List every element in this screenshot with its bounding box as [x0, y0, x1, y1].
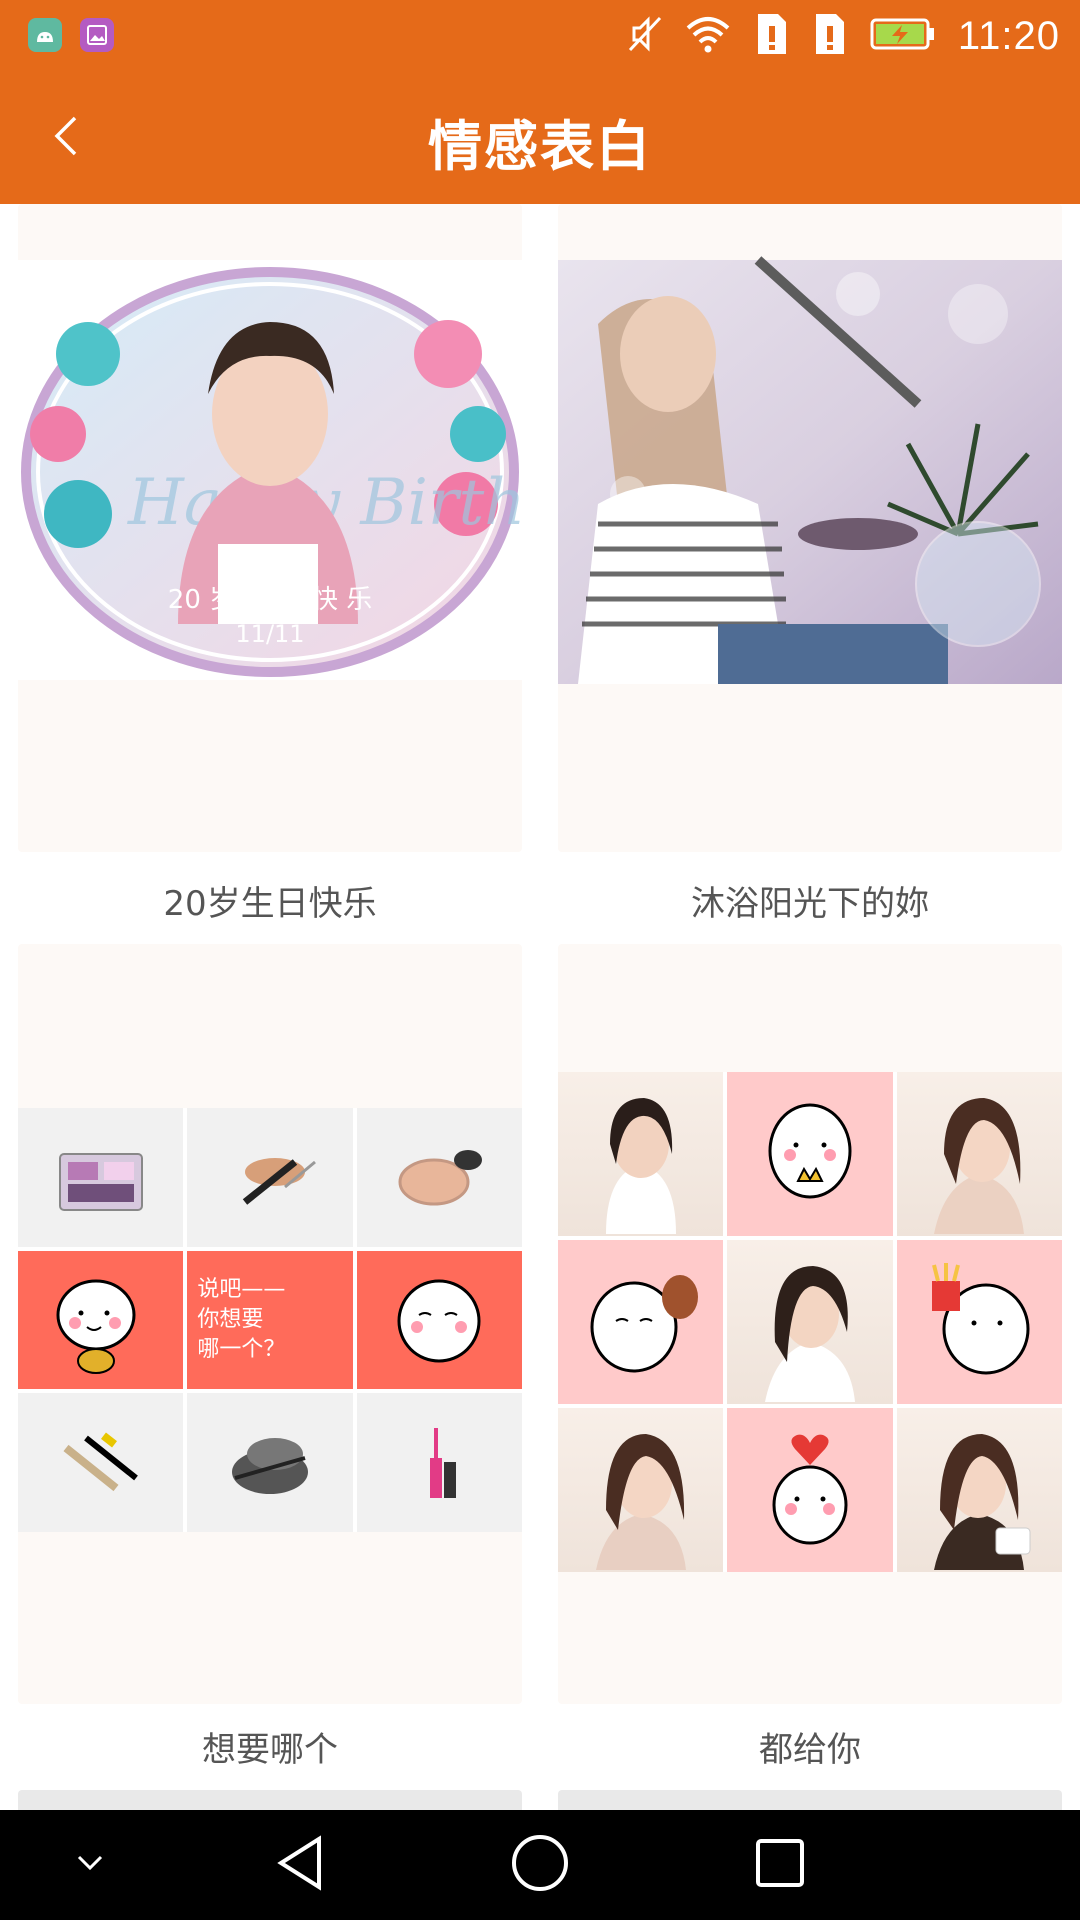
loose-powder-image: [356, 1108, 522, 1247]
eyeshadow-palette-image: [18, 1108, 184, 1247]
app-bar: 情感表白: [0, 72, 1080, 204]
status-bar-notifications: [28, 18, 114, 52]
battery-charging-icon: [870, 17, 936, 55]
sticker-money-bag: [18, 1250, 184, 1390]
sunshine-photo: [558, 204, 1062, 852]
compact-mirror-image: [187, 1393, 353, 1532]
sticker-fries: [896, 1240, 1062, 1404]
mute-icon: [628, 14, 662, 58]
card-caption: 都给你: [759, 1730, 861, 1770]
chevron-down-icon: [75, 1853, 105, 1877]
home-circle-icon: [510, 1833, 570, 1897]
photo-grid: [558, 1072, 1062, 1572]
svg-text:11/11: 11/11: [235, 620, 304, 648]
status-bar-system-icons: 11:20: [628, 10, 1060, 62]
sticker-heart: [727, 1408, 893, 1572]
android-icon: [28, 18, 62, 52]
card-image-frame: Happy Birthday 20 岁 生 日 快 乐 11/11: [18, 204, 522, 852]
svg-text:20 岁 生 日 快 乐: 20 岁 生 日 快 乐: [168, 585, 372, 615]
mascara-image: [18, 1393, 184, 1532]
sim2-alert-icon: [812, 10, 848, 62]
recents-square-icon: [754, 1837, 806, 1893]
portrait-photo: [896, 1072, 1062, 1236]
card-image-frame: 说吧—— 你想要 哪一个？: [18, 944, 522, 1704]
sticker-which-text: 说吧—— 你想要 哪一个？: [187, 1250, 353, 1390]
card-image-frame: [558, 944, 1062, 1704]
card-caption: 想要哪个: [202, 1730, 338, 1770]
card-grid[interactable]: Happy Birthday 20 岁 生 日 快 乐 11/11 20岁生日快…: [0, 204, 1080, 1810]
sticker-drumstick: [558, 1240, 724, 1404]
page-title: 情感表白: [428, 115, 652, 178]
back-triangle-icon: [275, 1835, 325, 1895]
card-image-frame: [558, 204, 1062, 852]
card-caption: 20岁生日快乐: [163, 884, 377, 924]
card-image-frame: [18, 1790, 522, 1810]
gallery-icon: [80, 18, 114, 52]
hide-nav-button[interactable]: [30, 1810, 150, 1920]
card-caption: 沐浴阳光下的妳: [691, 884, 929, 924]
lip-gloss-image: [356, 1393, 522, 1532]
nav-back-button[interactable]: [240, 1810, 360, 1920]
card-image-frame: [558, 1790, 1062, 1810]
portrait-photo: [727, 1240, 893, 1404]
sticker-crown: [727, 1072, 893, 1236]
nav-home-button[interactable]: [480, 1810, 600, 1920]
wifi-icon: [684, 14, 732, 58]
portrait-photo: [896, 1408, 1062, 1572]
product-grid: 说吧—— 你想要 哪一个？: [18, 1108, 522, 1532]
status-time: 11:20: [957, 13, 1060, 58]
status-bar: 11:20: [0, 0, 1080, 72]
sim1-alert-icon: [754, 10, 790, 62]
birthday-photo: Happy Birthday 20 岁 生 日 快 乐 11/11: [18, 204, 522, 680]
nav-recents-button[interactable]: [720, 1810, 840, 1920]
navigation-bar: [0, 1810, 1080, 1920]
powder-brush-image: [187, 1108, 353, 1247]
portrait-photo: [558, 1408, 724, 1572]
sticker-shy: [356, 1250, 522, 1390]
portrait-photo: [558, 1072, 724, 1236]
